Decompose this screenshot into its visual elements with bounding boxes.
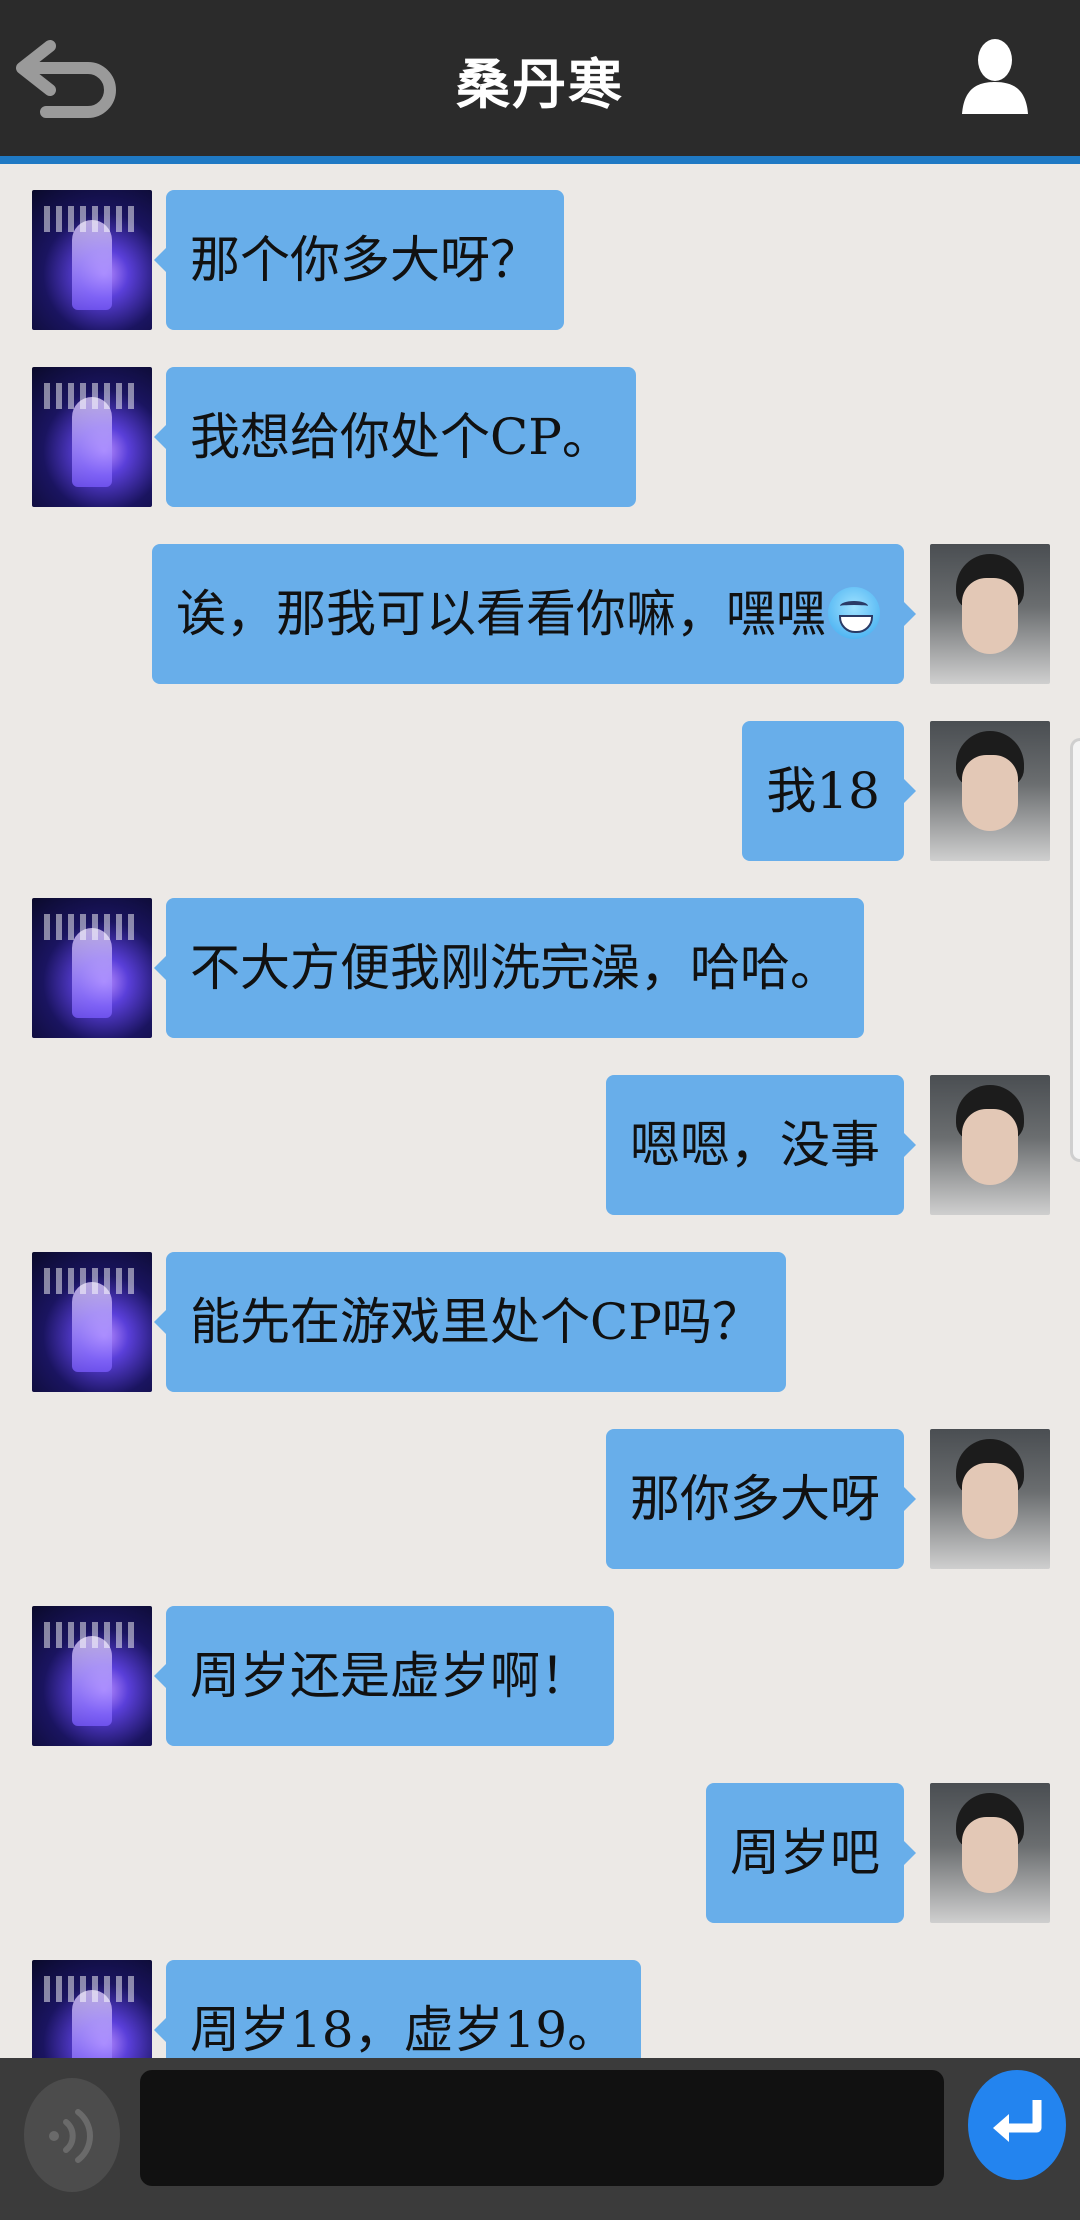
- message-bubble[interactable]: 嗯嗯，没事: [606, 1075, 916, 1215]
- message-row-incoming: 周岁18，虚岁19。: [0, 1942, 1080, 2058]
- message-row-outgoing: 周岁吧: [0, 1765, 1080, 1923]
- send-button[interactable]: [968, 2070, 1066, 2180]
- message-row-outgoing: 我18: [0, 703, 1080, 861]
- profile-button[interactable]: [960, 38, 1030, 116]
- message-row-incoming: 我想给你处个CP。: [0, 349, 1080, 507]
- message-row-incoming: 周岁还是虚岁啊！: [0, 1588, 1080, 1746]
- input-bar: [0, 2058, 1080, 2220]
- contact-avatar[interactable]: [32, 1606, 152, 1746]
- message-bubble[interactable]: 那你多大呀: [606, 1429, 916, 1569]
- enter-arrow-icon: [993, 2100, 1042, 2142]
- message-text: 诶，那我可以看看你嘛，嘿嘿: [176, 585, 826, 643]
- my-avatar[interactable]: [930, 1783, 1050, 1923]
- my-avatar[interactable]: [930, 1429, 1050, 1569]
- message-row-incoming: 那个你多大呀？: [0, 172, 1080, 330]
- message-row-incoming: 不大方便我刚洗完澡，哈哈。: [0, 880, 1080, 1038]
- my-avatar[interactable]: [930, 544, 1050, 684]
- voice-button[interactable]: [24, 2078, 120, 2192]
- message-bubble[interactable]: 那个你多大呀？: [154, 190, 564, 330]
- my-avatar[interactable]: [930, 1075, 1050, 1215]
- message-bubble[interactable]: 诶，那我可以看看你嘛，嘿嘿: [152, 544, 916, 684]
- chat-header: 桑丹寒: [0, 0, 1080, 164]
- message-bubble[interactable]: 我想给你处个CP。: [154, 367, 636, 507]
- message-bubble[interactable]: 周岁18，虚岁19。: [153, 1960, 642, 2058]
- message-row-outgoing: 嗯嗯，没事: [0, 1057, 1080, 1215]
- message-bubble[interactable]: 周岁吧: [706, 1783, 916, 1923]
- contact-avatar[interactable]: [32, 1252, 152, 1392]
- message-bubble[interactable]: 不大方便我刚洗完澡，哈哈。: [154, 898, 864, 1038]
- voice-wave-icon: [49, 2109, 93, 2163]
- message-row-incoming: 能先在游戏里处个CP吗？: [0, 1234, 1080, 1392]
- message-bubble[interactable]: 能先在游戏里处个CP吗？: [154, 1252, 786, 1392]
- contact-avatar[interactable]: [32, 898, 152, 1038]
- grin-emoji-icon: [828, 587, 880, 639]
- message-list[interactable]: 那个你多大呀？ 我想给你处个CP。 诶，那我可以看看你嘛，嘿嘿 我18 不大方便…: [0, 172, 1080, 2058]
- person-icon: [962, 39, 1028, 114]
- message-bubble[interactable]: 我18: [742, 721, 916, 861]
- message-input[interactable]: [140, 2070, 944, 2186]
- message-row-outgoing: 诶，那我可以看看你嘛，嘿嘿: [0, 526, 1080, 684]
- contact-avatar[interactable]: [32, 367, 152, 507]
- contact-avatar[interactable]: [32, 1960, 152, 2058]
- contact-name: 桑丹寒: [456, 53, 624, 116]
- my-avatar[interactable]: [930, 721, 1050, 861]
- message-bubble[interactable]: 周岁还是虚岁啊！: [154, 1606, 614, 1746]
- scrollbar[interactable]: [1070, 738, 1080, 1162]
- contact-avatar[interactable]: [32, 190, 152, 330]
- message-row-outgoing: 那你多大呀: [0, 1411, 1080, 1569]
